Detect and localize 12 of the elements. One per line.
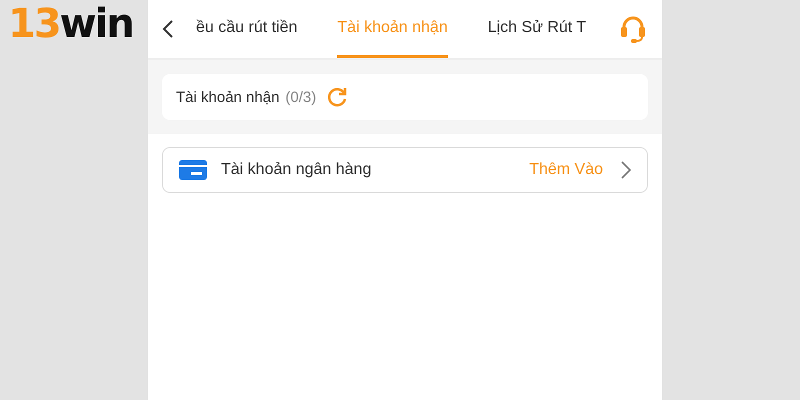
refresh-icon[interactable]: [326, 86, 348, 108]
back-icon[interactable]: [162, 19, 174, 39]
tab[interactable]: Lịch Sử Rút T: [488, 0, 586, 58]
summary-label: Tài khoản nhận: [176, 88, 280, 106]
logo: 13win: [8, 2, 133, 46]
account-label: Tài khoản ngân hàng: [221, 161, 372, 179]
tab[interactable]: ều cầu rút tiền: [196, 0, 298, 58]
headset-icon[interactable]: [618, 15, 648, 43]
account-row[interactable]: Tài khoản ngân hàng Thêm Vào: [162, 147, 648, 193]
account-count: (0/3): [285, 88, 316, 106]
card-icon: [179, 160, 207, 180]
chevron-icon: [621, 161, 631, 179]
